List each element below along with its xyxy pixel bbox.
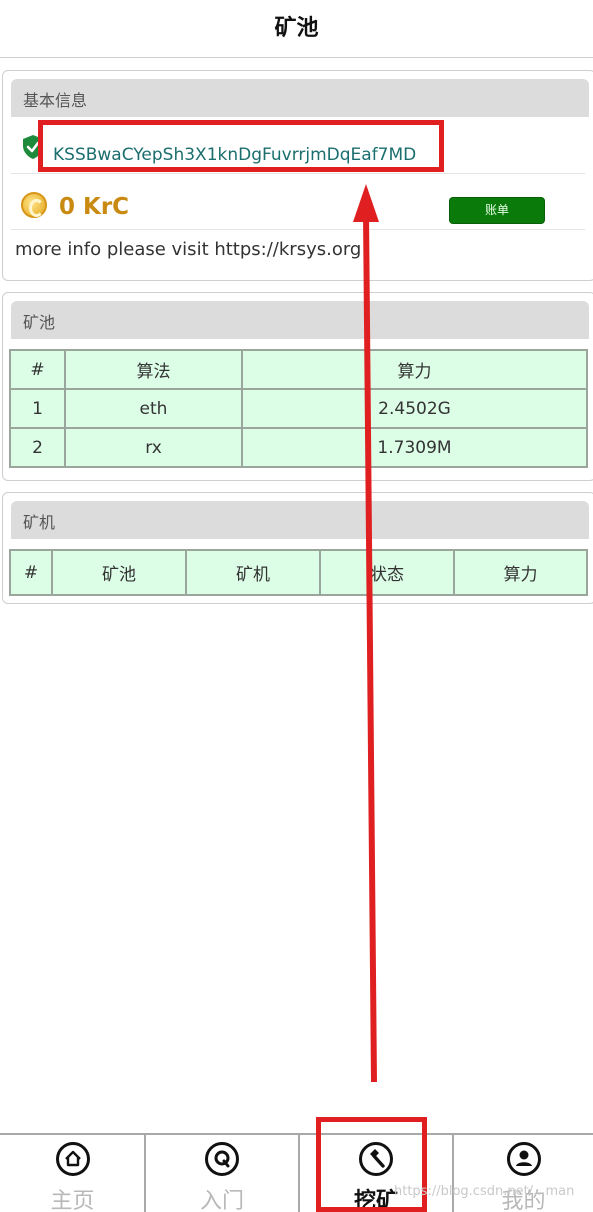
table-cell: 2	[9, 427, 66, 468]
tab-mining[interactable]: 挖矿	[300, 1135, 452, 1212]
miners-heading: 矿机	[23, 513, 56, 532]
table-row[interactable]: 2 rx 1.7309M	[9, 427, 588, 468]
home-icon	[55, 1142, 90, 1176]
column-header: #	[9, 349, 66, 390]
tab-intro[interactable]: 入门	[146, 1135, 298, 1212]
q-icon	[205, 1142, 239, 1176]
tab-mine[interactable]: 我的	[454, 1135, 593, 1212]
top-bar: 矿池	[0, 0, 593, 58]
balance-row: 0 KrC 账单	[11, 174, 585, 230]
basic-info-header: 基本信息	[11, 79, 589, 117]
column-header: 矿池	[51, 549, 187, 596]
table-header-row: # 矿池 矿机 状态 算力	[9, 549, 588, 596]
page-title: 矿池	[274, 16, 319, 41]
column-header: 状态	[319, 549, 455, 596]
basic-info-panel: 基本信息 KSSBwaCYepSh3X1knDgFuvrrjmDqEaf7MD …	[2, 70, 593, 281]
pool-table: # 算法 算力 1 eth 2.4502G 2 rx 1.7309M	[9, 349, 588, 468]
column-header: #	[9, 549, 53, 596]
hammer-icon	[359, 1142, 393, 1176]
miners-table: # 矿池 矿机 状态 算力	[9, 549, 588, 596]
watermark: https://blog.csdn.net/...man	[394, 1184, 575, 1199]
pool-panel: 矿池 # 算法 算力 1 eth 2.4502G 2 rx 1.7309M	[2, 292, 593, 481]
coin-icon	[21, 192, 47, 218]
column-header: 算法	[64, 349, 243, 390]
table-cell: 1.7309M	[241, 427, 588, 468]
table-cell: rx	[64, 427, 243, 468]
column-header: 算力	[453, 549, 588, 596]
user-icon	[506, 1142, 541, 1176]
column-header: 算力	[241, 349, 588, 390]
basic-info-heading: 基本信息	[23, 91, 88, 110]
info-text: more info please visit https://krsys.org	[15, 239, 362, 260]
table-row[interactable]: 1 eth 2.4502G	[9, 388, 588, 429]
balance-amount: 0 KrC	[59, 194, 130, 220]
table-cell: 2.4502G	[241, 388, 588, 429]
table-header-row: # 算法 算力	[9, 349, 588, 390]
table-cell: eth	[64, 388, 243, 429]
table-cell: 1	[9, 388, 66, 429]
tab-label: 主页	[50, 1189, 95, 1212]
column-header: 矿机	[185, 549, 321, 596]
shield-check-icon	[23, 135, 43, 159]
address-row: KSSBwaCYepSh3X1knDgFuvrrjmDqEaf7MD	[11, 117, 585, 174]
wallet-address[interactable]: KSSBwaCYepSh3X1knDgFuvrrjmDqEaf7MD	[53, 145, 416, 165]
miners-header: 矿机	[11, 501, 589, 539]
miners-panel: 矿机 # 矿池 矿机 状态 算力	[2, 492, 593, 604]
bottom-tab-bar: 主页 入门 挖矿 我的	[0, 1133, 593, 1212]
pool-heading: 矿池	[23, 313, 56, 332]
pool-header: 矿池	[11, 301, 589, 339]
tab-home[interactable]: 主页	[0, 1135, 145, 1212]
tab-label: 入门	[199, 1189, 244, 1212]
bill-button[interactable]: 账单	[449, 197, 545, 224]
